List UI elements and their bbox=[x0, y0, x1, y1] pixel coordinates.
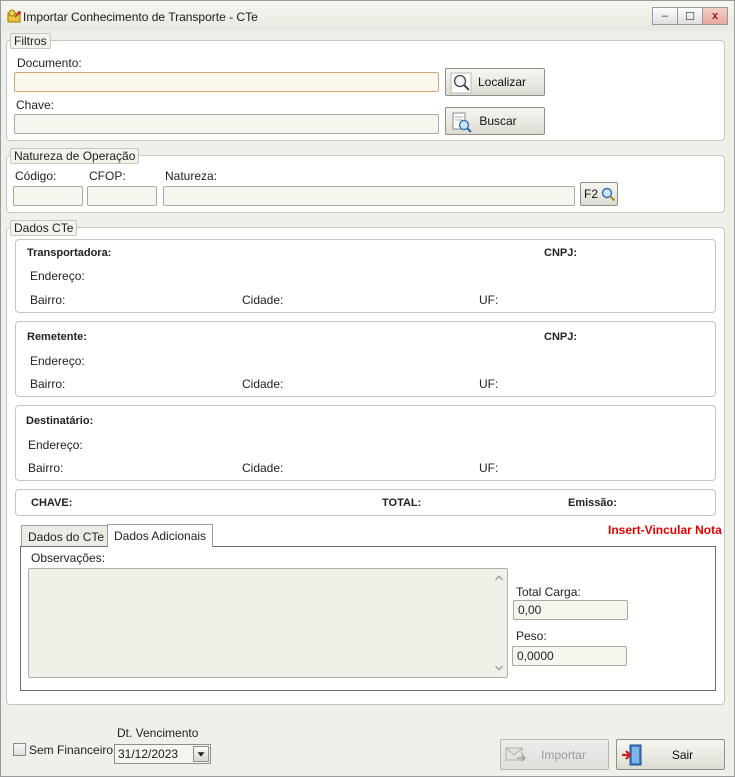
total-carga-input[interactable] bbox=[513, 600, 628, 620]
destinatario-cidade-label: Cidade: bbox=[242, 461, 284, 475]
sem-financeiro-checkbox[interactable] bbox=[13, 743, 26, 756]
scroll-down-icon bbox=[495, 665, 503, 671]
minimize-button[interactable]: – bbox=[652, 7, 678, 25]
remetente-panel: Remetente: CNPJ: Endereço: Bairro: Cidad… bbox=[15, 321, 716, 397]
peso-input[interactable] bbox=[512, 646, 627, 666]
observacoes-textarea[interactable] bbox=[28, 568, 508, 678]
filtros-legend: Filtros bbox=[10, 33, 51, 49]
natureza-group: Natureza de Operação Código: CFOP: Natur… bbox=[6, 148, 725, 213]
magnifier-icon bbox=[450, 72, 472, 94]
summary-panel: CHAVE: TOTAL: Emissão: bbox=[15, 489, 716, 516]
localizar-button[interactable]: Localizar bbox=[445, 68, 545, 96]
localizar-label: Localizar bbox=[477, 75, 527, 89]
transportadora-endereco-label: Endereço: bbox=[30, 269, 85, 283]
insert-vincular-nota-link[interactable]: Insert-Vincular Nota bbox=[608, 523, 722, 537]
f2-label: F2 bbox=[584, 187, 599, 201]
transportadora-bairro-label: Bairro: bbox=[30, 293, 66, 307]
tab-dados-do-cte[interactable]: Dados do CTe bbox=[21, 525, 112, 547]
remetente-title: Remetente: bbox=[27, 331, 87, 343]
importar-button[interactable]: Importar bbox=[500, 739, 609, 770]
date-dropdown-button[interactable] bbox=[193, 746, 209, 762]
exit-door-icon bbox=[622, 744, 642, 766]
tab-panel: Observações: Total Carga: Peso: bbox=[20, 546, 716, 691]
chevron-down-icon bbox=[197, 752, 205, 757]
total-summary-label: TOTAL: bbox=[382, 497, 422, 509]
close-button[interactable]: x bbox=[702, 7, 728, 25]
buscar-button[interactable]: Buscar bbox=[445, 107, 545, 135]
dt-vencimento-value: 31/12/2023 bbox=[118, 747, 179, 761]
natureza-input[interactable] bbox=[163, 186, 575, 206]
remetente-endereco-label: Endereço: bbox=[30, 354, 85, 368]
import-icon bbox=[505, 747, 527, 762]
importar-label: Importar bbox=[541, 747, 586, 762]
natureza-legend: Natureza de Operação bbox=[10, 148, 140, 164]
codigo-label: Código: bbox=[15, 169, 57, 183]
remetente-uf-label: UF: bbox=[479, 377, 499, 391]
sair-button[interactable]: Sair bbox=[616, 739, 725, 770]
remetente-cidade-label: Cidade: bbox=[242, 377, 284, 391]
documento-input[interactable] bbox=[14, 72, 439, 92]
dt-vencimento-label: Dt. Vencimento bbox=[117, 726, 199, 740]
destinatario-panel: Destinatário: Endereço: Bairro: Cidade: … bbox=[15, 405, 716, 481]
transportadora-cnpj-label: CNPJ: bbox=[544, 247, 578, 259]
natureza-label: Natureza: bbox=[165, 169, 218, 183]
destinatario-title: Destinatário: bbox=[26, 415, 94, 427]
maximize-button[interactable]: ☐ bbox=[677, 7, 703, 25]
window-title: Importar Conhecimento de Transporte - CT… bbox=[23, 10, 258, 24]
observacoes-label: Observações: bbox=[31, 551, 106, 565]
transportadora-uf-label: UF: bbox=[479, 293, 499, 307]
search-document-icon bbox=[452, 112, 472, 133]
peso-label: Peso: bbox=[516, 629, 547, 643]
observacoes-scrollbar[interactable] bbox=[491, 569, 507, 677]
main-window: Importar Conhecimento de Transporte - CT… bbox=[0, 0, 735, 777]
title-bar[interactable]: Importar Conhecimento de Transporte - CT… bbox=[1, 1, 734, 31]
tab-dados-adicionais[interactable]: Dados Adicionais bbox=[107, 524, 214, 547]
sem-financeiro-label[interactable]: Sem Financeiro bbox=[29, 743, 113, 757]
transportadora-title: Transportadora: bbox=[27, 247, 112, 259]
f2-search-button[interactable]: F2 bbox=[580, 182, 618, 206]
sair-label: Sair bbox=[671, 747, 694, 762]
chave-summary-label: CHAVE: bbox=[31, 497, 73, 509]
codigo-input[interactable] bbox=[13, 186, 83, 206]
transportadora-panel: Transportadora: CNPJ: Endereço: Bairro: … bbox=[15, 239, 716, 313]
dados-cte-legend: Dados CTe bbox=[10, 220, 78, 236]
emissao-summary-label: Emissão: bbox=[568, 497, 617, 509]
dados-cte-group: Dados CTe Transportadora: CNPJ: Endereço… bbox=[6, 220, 725, 705]
cfop-label: CFOP: bbox=[89, 169, 126, 183]
scroll-up-icon bbox=[495, 575, 503, 581]
destinatario-endereco-label: Endereço: bbox=[28, 438, 83, 452]
app-icon bbox=[7, 9, 21, 23]
chave-input[interactable] bbox=[14, 114, 439, 134]
remetente-cnpj-label: CNPJ: bbox=[544, 331, 578, 343]
total-carga-label: Total Carga: bbox=[516, 585, 581, 599]
transportadora-cidade-label: Cidade: bbox=[242, 293, 284, 307]
cfop-input[interactable] bbox=[87, 186, 157, 206]
destinatario-bairro-label: Bairro: bbox=[28, 461, 64, 475]
dt-vencimento-picker[interactable]: 31/12/2023 bbox=[114, 744, 211, 764]
chave-label: Chave: bbox=[16, 98, 55, 112]
filtros-group: Filtros Documento: Chave: Localizar Busc… bbox=[6, 33, 725, 141]
destinatario-uf-label: UF: bbox=[479, 461, 499, 475]
buscar-label: Buscar bbox=[479, 114, 517, 128]
remetente-bairro-label: Bairro: bbox=[30, 377, 66, 391]
documento-label: Documento: bbox=[17, 56, 82, 70]
magnifier-icon bbox=[601, 187, 616, 202]
